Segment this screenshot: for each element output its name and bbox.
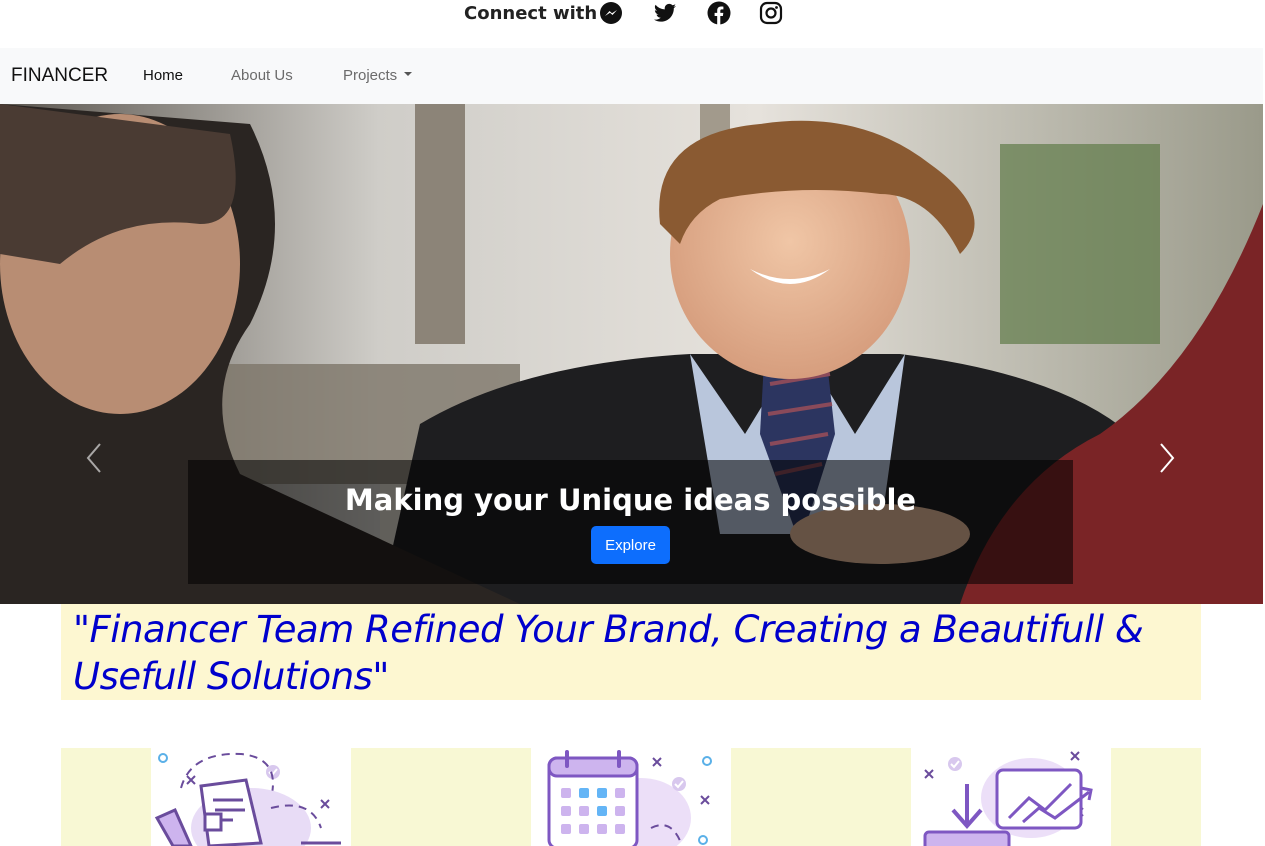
carousel-next-button[interactable] bbox=[1155, 440, 1179, 476]
messenger-icon[interactable] bbox=[598, 0, 624, 26]
connect-label: Connect with bbox=[464, 3, 598, 24]
hero-carousel: Making your Unique ideas possible Explor… bbox=[0, 104, 1263, 604]
explore-button[interactable]: Explore bbox=[591, 526, 670, 564]
caption-title: Making your Unique ideas possible bbox=[344, 483, 917, 517]
calendar-icon bbox=[547, 750, 712, 846]
download-chart-icon bbox=[923, 751, 1093, 846]
feature-card-calendar bbox=[531, 748, 731, 846]
carousel-caption: Making your Unique ideas possible Explor… bbox=[188, 460, 1073, 584]
tagline-banner: "Financer Team Refined Your Brand, Creat… bbox=[61, 604, 1201, 700]
twitter-icon[interactable] bbox=[652, 0, 678, 26]
nav-projects-label: Projects bbox=[343, 67, 398, 84]
caret-down-icon bbox=[404, 72, 413, 77]
tagline-quote: "Financer Team Refined Your Brand, Creat… bbox=[73, 608, 1144, 698]
feature-card-download-chart bbox=[911, 748, 1111, 846]
nav-about-us[interactable]: About Us bbox=[231, 67, 293, 85]
nav-home[interactable]: Home bbox=[143, 67, 183, 85]
brand-logo[interactable]: FINANCER bbox=[11, 65, 108, 87]
instagram-icon[interactable] bbox=[758, 0, 784, 26]
carousel-prev-button[interactable] bbox=[82, 440, 106, 476]
nav-projects-dropdown[interactable]: Projects bbox=[343, 67, 413, 85]
document-icon bbox=[154, 752, 341, 846]
chevron-left-icon bbox=[86, 443, 101, 473]
feature-card-document bbox=[151, 748, 351, 846]
chevron-right-icon bbox=[1160, 443, 1175, 473]
main-navbar: FINANCER Home About Us Projects bbox=[0, 48, 1263, 104]
facebook-icon[interactable] bbox=[706, 0, 732, 26]
features-section bbox=[61, 748, 1201, 846]
social-bar: Connect with bbox=[0, 0, 1265, 48]
